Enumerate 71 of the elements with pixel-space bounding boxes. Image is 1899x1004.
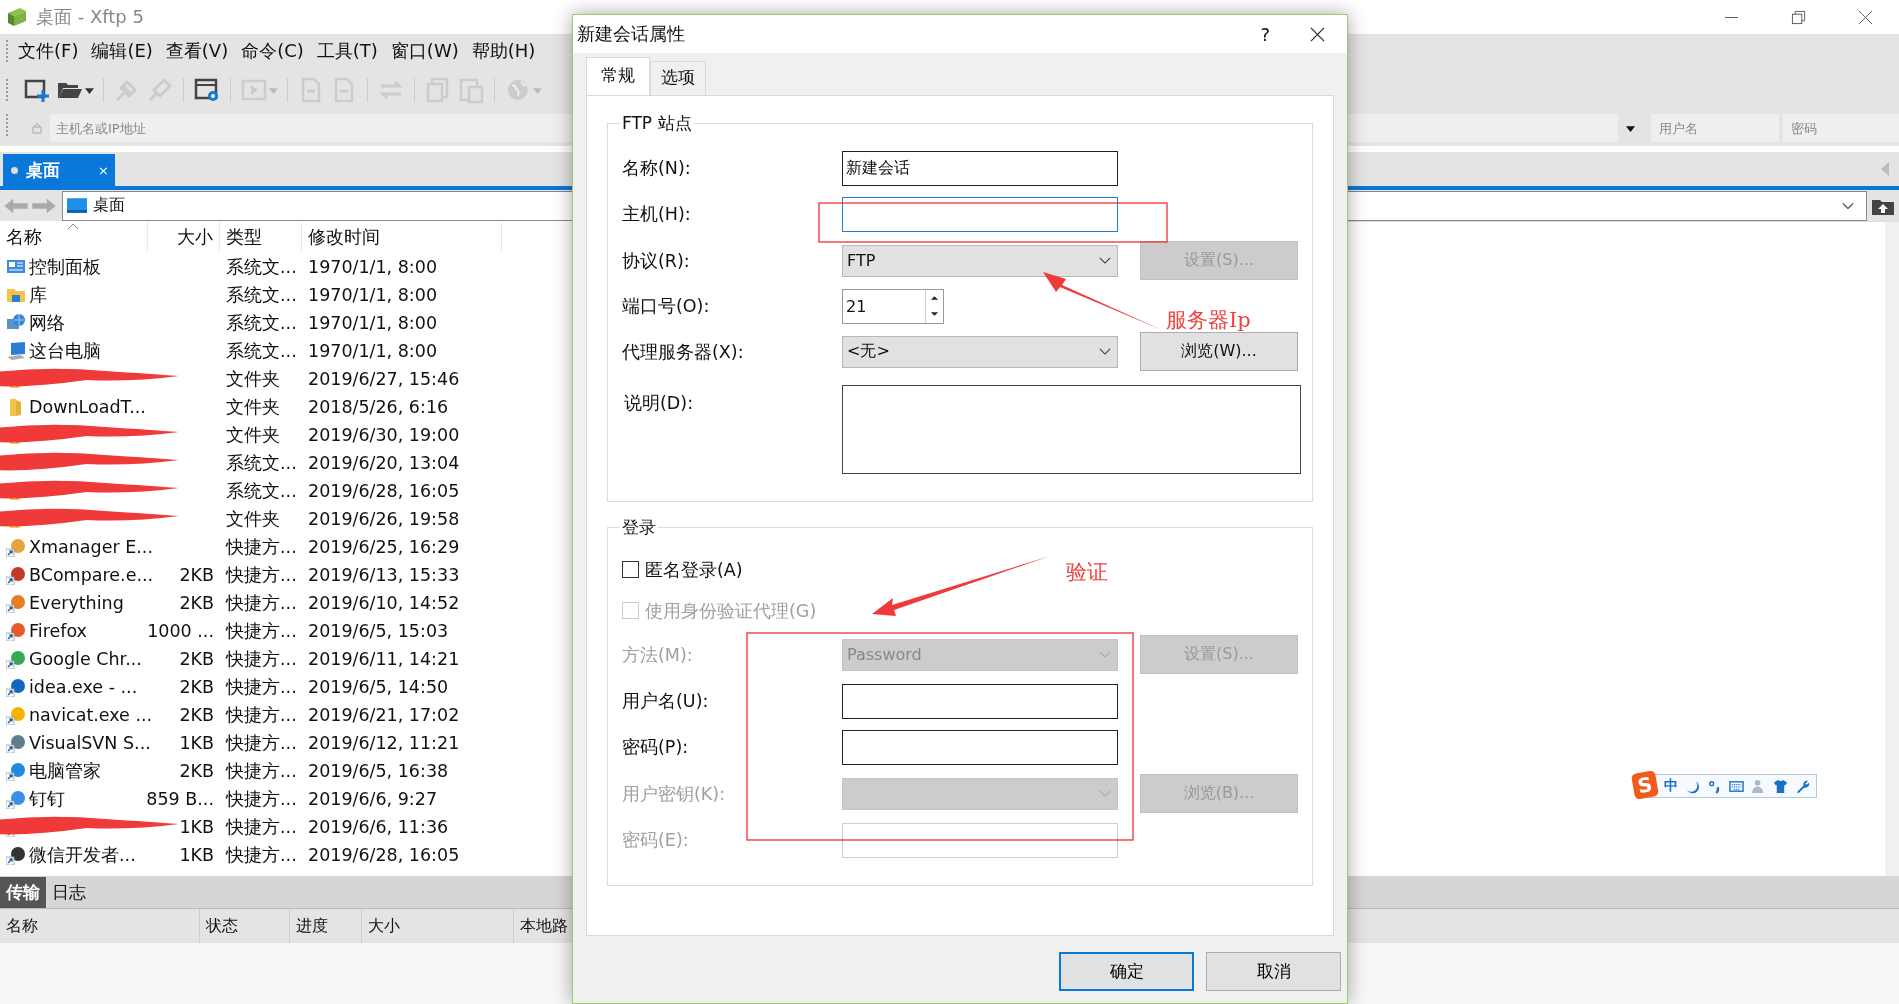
file-size: 2KB [179,565,214,585]
field-label: 方法(M): [622,643,694,667]
field-label: 密码(P): [622,736,690,759]
file-size: 2KB [179,649,214,669]
modified-date: 2019/6/13, 15:33 [308,565,460,585]
window-title: 桌面 - Xftp 5 [36,5,144,29]
field-label: 说明(D): [623,392,695,415]
file-size: 2KB [179,593,214,613]
modified-date: 1970/1/1, 8:00 [308,285,438,305]
file-type: 系统文... [226,284,297,307]
field-label: 代理服务器(X): [622,340,745,364]
file-type: 快捷方... [226,648,297,671]
modified-date: 2019/6/28, 16:05 [308,845,460,865]
modified-date: 2019/6/25, 16:29 [308,537,460,557]
file-type: 系统文... [226,480,297,503]
file-type: 快捷方... [226,760,297,783]
file-size: 1KB [179,733,214,753]
file-type: 文件夹 [226,368,280,391]
modified-date: 2019/6/20, 13:04 [308,453,460,473]
file-type: 快捷方... [226,676,297,699]
file-type: 快捷方... [226,732,297,755]
modified-date: 2018/5/26, 6:16 [308,397,449,417]
modified-date: 1970/1/1, 8:00 [308,313,438,333]
group-title: 登录 [621,516,657,539]
file-type: 系统文... [226,340,297,363]
file-type: 快捷方... [226,816,297,839]
modified-date: 2019/6/21, 17:02 [308,705,460,725]
file-type: 系统文... [226,312,297,335]
annotation-text: 服务器Ip [1166,307,1251,334]
field-label: 密码(E): [622,829,690,852]
file-type: 快捷方... [226,620,297,643]
field-label: 端口号(O): [622,295,711,318]
file-type: 快捷方... [226,844,297,867]
file-type: 文件夹 [226,424,280,447]
modified-date: 2019/6/11, 14:21 [308,649,460,669]
modified-date: 2019/6/10, 14:52 [308,593,460,613]
file-type: 快捷方... [226,564,297,587]
modified-date: 2019/6/12, 11:21 [308,733,460,753]
modified-date: 2019/6/26, 19:58 [308,509,460,529]
field-label: 协议(R): [622,249,691,273]
field-label: 用户密钥(K): [622,782,727,806]
file-size: 1000 ... [147,621,214,641]
modified-date: 2019/6/5, 15:03 [308,621,449,641]
file-type: 快捷方... [226,704,297,727]
dialog-title: 新建会话属性 [577,22,685,46]
modified-date: 2019/6/28, 16:05 [308,481,460,501]
file-type: 文件夹 [226,508,280,531]
group-title: FTP 站点 [621,112,693,135]
modified-date: 2019/6/6, 11:36 [308,817,449,837]
field-label: 名称(N): [622,157,692,180]
file-type: 文件夹 [226,396,280,419]
file-type: 系统文... [226,256,297,279]
modified-date: 2019/6/27, 15:46 [308,369,460,389]
file-type: 快捷方... [226,788,297,811]
file-type: 快捷方... [226,592,297,615]
file-size: 2KB [179,761,214,781]
file-size: 2KB [179,705,214,725]
file-size: 859 B... [146,789,214,809]
modified-date: 2019/6/6, 9:27 [308,789,438,809]
modified-date: 2019/6/5, 14:50 [308,677,449,697]
field-label: 用户名(U): [622,690,710,713]
annotation-text: 验证 [1066,559,1108,586]
modified-date: 1970/1/1, 8:00 [308,257,438,277]
file-type: 快捷方... [226,536,297,559]
file-size: 1KB [179,817,214,837]
file-size: 1KB [179,845,214,865]
file-type: 系统文... [226,452,297,475]
file-size: 2KB [179,677,214,697]
modified-date: 1970/1/1, 8:00 [308,341,438,361]
modified-date: 2019/6/30, 19:00 [308,425,460,445]
modified-date: 2019/6/5, 16:38 [308,761,449,781]
